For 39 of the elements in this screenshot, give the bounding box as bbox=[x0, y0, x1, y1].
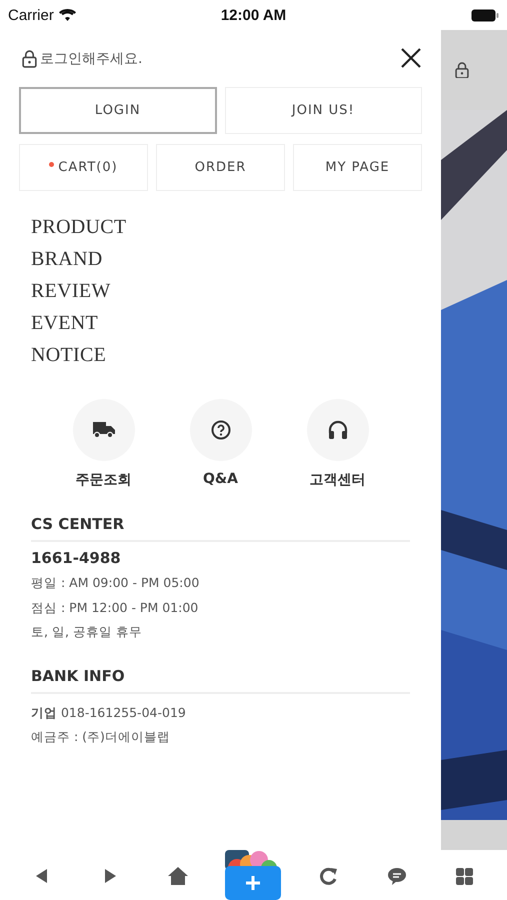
battery-icon bbox=[471, 8, 499, 22]
clock: 12:00 AM bbox=[220, 6, 286, 24]
shortcut-label: 고객센터 bbox=[310, 471, 366, 489]
section-heading: BANK INFO bbox=[31, 666, 410, 694]
footer-strip bbox=[441, 820, 507, 850]
grid-icon bbox=[456, 868, 474, 884]
bank-account: 기업 018-161255-04-019 bbox=[31, 704, 187, 722]
lock-icon bbox=[22, 50, 37, 68]
lock-icon bbox=[455, 62, 469, 78]
wifi-icon bbox=[58, 9, 76, 21]
shortcut-label: Q&A bbox=[203, 471, 238, 487]
menu-link[interactable]: NOTICE bbox=[31, 339, 422, 371]
hours-text: 점심 : PM 12:00 - PM 01:00 bbox=[31, 598, 200, 616]
shop-button[interactable]: MY PAGE bbox=[293, 144, 422, 191]
login-prompt: 로그인해주세요. bbox=[40, 50, 142, 68]
phone-number: 1661-4988 bbox=[31, 549, 122, 567]
headphones-icon bbox=[328, 420, 348, 440]
shop-button[interactable]: ORDER bbox=[156, 144, 285, 191]
menu-link[interactable]: EVENT bbox=[31, 307, 422, 339]
home-icon bbox=[168, 867, 188, 885]
section-heading: CS CENTER bbox=[31, 515, 410, 542]
hours-text: 평일 : AM 09:00 - PM 05:00 bbox=[31, 574, 200, 592]
menu-link[interactable]: REVIEW bbox=[31, 275, 422, 307]
back-icon bbox=[36, 869, 48, 883]
menu-link[interactable]: PRODUCT bbox=[31, 211, 422, 243]
chat-icon bbox=[388, 868, 406, 884]
question-icon bbox=[210, 420, 230, 440]
forward-icon bbox=[104, 869, 116, 883]
close-button[interactable] bbox=[400, 48, 422, 70]
reload-icon bbox=[320, 867, 338, 885]
account-button[interactable]: JOIN US! bbox=[224, 87, 422, 134]
account-holder: 예금주 : (주)더에이블랩 bbox=[31, 728, 171, 746]
shop-button[interactable]: CART(0) bbox=[19, 144, 148, 191]
menu-link[interactable]: BRAND bbox=[31, 243, 422, 275]
account-button[interactable]: LOGIN bbox=[19, 87, 216, 134]
shortcut-label: 주문조회 bbox=[76, 471, 132, 489]
carrier-name: Carrier bbox=[8, 6, 54, 24]
hours-text: 토, 일, 공휴일 휴무 bbox=[31, 623, 143, 641]
truck-icon bbox=[92, 422, 114, 438]
